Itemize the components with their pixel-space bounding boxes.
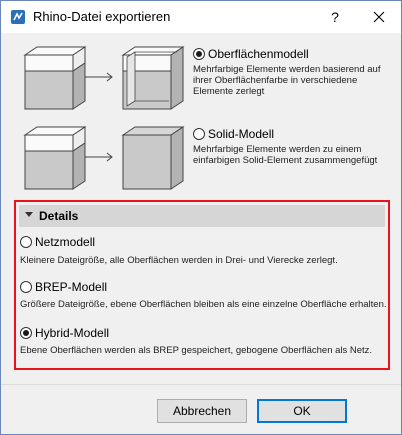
collapse-triangle-icon — [25, 212, 33, 217]
solid-model-option[interactable]: Solid-Modell — [193, 127, 393, 143]
window-title: Rhino-Datei exportieren — [33, 9, 171, 24]
solid-model-illustration — [23, 126, 185, 190]
footer-divider — [1, 384, 401, 385]
brep-model-description: Größere Dateigröße, ebene Oberflächen bl… — [20, 299, 387, 310]
multicolor-block-icon — [23, 46, 87, 110]
brep-model-option[interactable]: BREP-Modell — [20, 280, 220, 296]
surface-model-option[interactable]: Oberflächenmodell — [193, 47, 393, 63]
solid-model-radio[interactable] — [193, 128, 205, 140]
help-button[interactable]: ? — [321, 5, 349, 29]
surface-model-label: Oberflächenmodell — [208, 47, 309, 61]
details-header[interactable]: Details — [19, 205, 385, 227]
hybrid-model-label: Hybrid-Modell — [35, 326, 110, 340]
export-dialog: Rhino-Datei exportieren ? Oberflächenmod… — [0, 0, 402, 435]
surface-model-description: Mehrfarbige Elemente werden basierend au… — [193, 64, 381, 97]
solid-model-description: Mehrfarbige Elemente werden zu einem ein… — [193, 144, 378, 166]
mesh-model-radio[interactable] — [20, 236, 32, 248]
ok-button[interactable]: OK — [257, 399, 347, 423]
surface-split-icon — [121, 46, 185, 110]
rhino-app-icon — [11, 10, 25, 24]
surface-model-illustration — [23, 46, 185, 110]
title-bar: Rhino-Datei exportieren ? — [1, 1, 401, 33]
solid-block-icon — [121, 126, 185, 190]
cancel-button[interactable]: Abbrechen — [157, 399, 247, 423]
surface-model-radio[interactable] — [193, 48, 205, 60]
hybrid-model-option[interactable]: Hybrid-Modell — [20, 326, 220, 342]
arrow-right-icon — [85, 72, 113, 82]
mesh-model-description: Kleinere Dateigröße, alle Oberflächen we… — [20, 255, 338, 266]
mesh-model-label: Netzmodell — [35, 235, 96, 249]
details-panel: Details Netzmodell Kleinere Dateigröße, … — [14, 200, 390, 370]
arrow-right-icon — [85, 152, 113, 162]
hybrid-model-radio[interactable] — [20, 327, 32, 339]
details-title: Details — [39, 209, 79, 223]
close-icon — [373, 11, 385, 23]
multicolor-block-icon — [23, 126, 87, 190]
solid-model-label: Solid-Modell — [208, 127, 275, 141]
close-button[interactable] — [365, 5, 393, 29]
mesh-model-option[interactable]: Netzmodell — [20, 235, 220, 251]
brep-model-label: BREP-Modell — [35, 280, 108, 294]
brep-model-radio[interactable] — [20, 281, 32, 293]
hybrid-model-description: Ebene Oberflächen werden als BREP gespei… — [20, 345, 373, 356]
